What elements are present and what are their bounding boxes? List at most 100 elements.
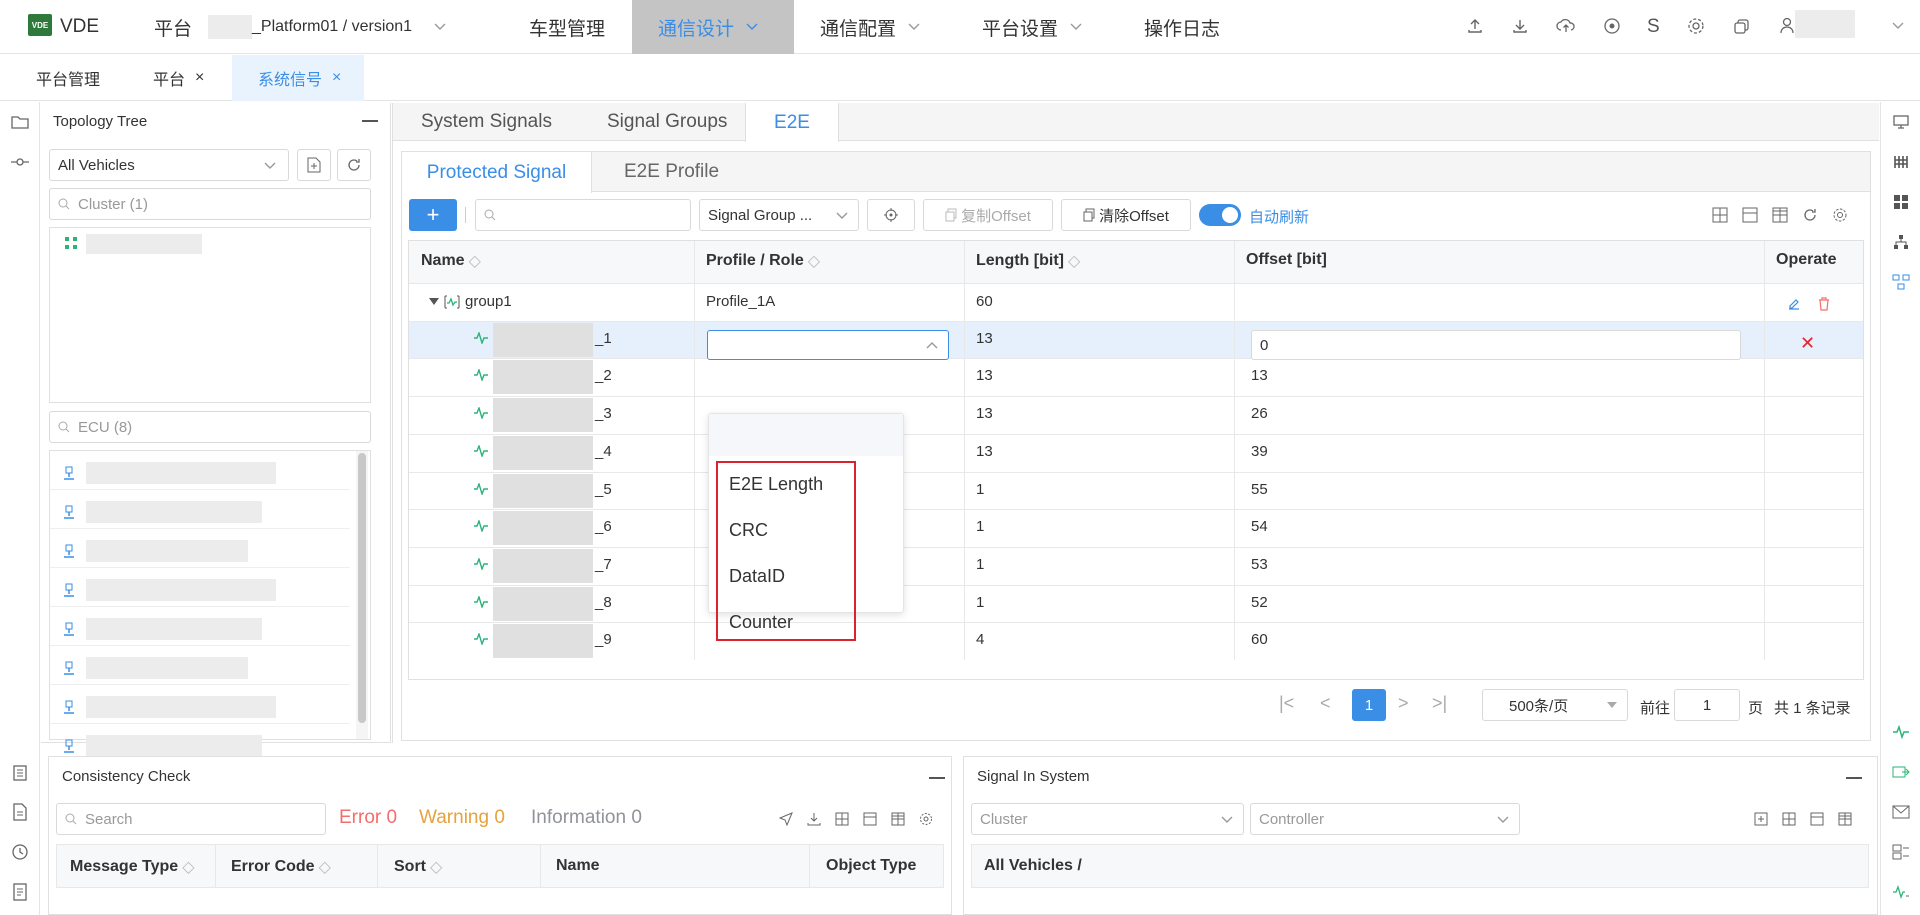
- first-page-icon[interactable]: |<: [1279, 693, 1294, 714]
- profile-role-select[interactable]: [707, 330, 949, 360]
- navigate-icon[interactable]: [779, 812, 793, 826]
- signal-group-select[interactable]: Signal Group ...: [699, 199, 859, 231]
- clear-offset-button[interactable]: 清除Offset: [1061, 199, 1191, 231]
- cluster-select[interactable]: Cluster: [971, 803, 1244, 835]
- warning-count[interactable]: Warning 0: [419, 807, 505, 829]
- option-e2e-length[interactable]: E2E Length: [729, 474, 823, 495]
- apps-icon[interactable]: [1891, 192, 1911, 212]
- cancel-edit-icon[interactable]: ✕: [1800, 333, 1815, 354]
- offset-input[interactable]: 0: [1251, 330, 1741, 360]
- col-error-code[interactable]: Error Code ◇: [231, 857, 331, 877]
- col-name[interactable]: Name ◇: [421, 251, 481, 271]
- chevron-down-icon[interactable]: [1892, 22, 1904, 30]
- ecu-list-item[interactable]: [50, 692, 350, 724]
- platform-selector[interactable]: _Platform01 / version1: [208, 0, 446, 54]
- tab-protected-signal[interactable]: Protected Signal: [402, 152, 592, 193]
- nav-communication-design[interactable]: 通信设计: [632, 0, 794, 54]
- option-crc[interactable]: CRC: [729, 520, 768, 541]
- goto-page-input[interactable]: 1: [1674, 689, 1740, 721]
- mail-icon[interactable]: [1891, 802, 1911, 822]
- nav-communication-config[interactable]: 通信配置: [820, 0, 920, 54]
- consistency-search-input[interactable]: Search: [56, 803, 326, 835]
- minimize-icon[interactable]: [1846, 777, 1862, 779]
- sort-icon[interactable]: ◇: [319, 857, 331, 877]
- information-count[interactable]: Information 0: [531, 807, 642, 829]
- tab-e2e-profile[interactable]: E2E Profile: [624, 161, 719, 183]
- vehicle-select[interactable]: All Vehicles: [49, 149, 289, 181]
- hierarchy-icon[interactable]: [1891, 232, 1911, 252]
- delete-icon[interactable]: [1817, 297, 1831, 311]
- insert-row-icon[interactable]: [1782, 812, 1796, 826]
- expand-icon[interactable]: [1754, 812, 1768, 826]
- minimize-icon[interactable]: [929, 777, 945, 779]
- cloud-upload-icon[interactable]: [1556, 17, 1576, 35]
- ecu-list-item[interactable]: [50, 536, 350, 568]
- signal-search-input[interactable]: [475, 199, 691, 231]
- folder-icon[interactable]: [10, 112, 30, 132]
- add-button[interactable]: +: [409, 199, 457, 231]
- sort-icon[interactable]: ◇: [469, 251, 481, 271]
- user-icon[interactable]: [1779, 17, 1795, 35]
- ecu-list-item[interactable]: [50, 653, 350, 685]
- ecu-scrollbar-thumb[interactable]: [358, 453, 366, 723]
- clock-icon[interactable]: [10, 842, 30, 862]
- tab-system-signals-main[interactable]: System Signals: [421, 111, 552, 133]
- grid-icon[interactable]: [1891, 152, 1911, 172]
- export-button[interactable]: [297, 149, 331, 181]
- col-offset[interactable]: Offset [bit]: [1246, 251, 1327, 269]
- network-icon[interactable]: [1891, 272, 1911, 292]
- nav-operation-log[interactable]: 操作日志: [1144, 0, 1220, 54]
- error-count[interactable]: Error 0: [339, 807, 397, 829]
- tab-platform-management[interactable]: 平台管理: [36, 55, 100, 101]
- dropdown-empty-option[interactable]: [709, 414, 903, 456]
- gear-icon[interactable]: [919, 812, 933, 826]
- ecu-list-item[interactable]: [50, 614, 350, 646]
- col-profile-role[interactable]: Profile / Role ◇: [706, 251, 820, 271]
- next-page-icon[interactable]: >: [1398, 693, 1409, 714]
- send-signal-icon[interactable]: [1891, 762, 1911, 782]
- sort-icon[interactable]: ◇: [808, 251, 820, 271]
- tab-system-signals[interactable]: 系统信号 ×: [232, 55, 364, 101]
- ecu-list-item[interactable]: [50, 575, 350, 607]
- notes-icon[interactable]: [10, 882, 30, 902]
- col-object-type[interactable]: Object Type: [826, 857, 916, 875]
- option-dataid[interactable]: DataID: [729, 566, 785, 587]
- col-sort[interactable]: Sort ◇: [394, 857, 442, 877]
- gear-icon[interactable]: [1832, 207, 1848, 223]
- upload-icon[interactable]: [1466, 17, 1484, 35]
- frame-icon[interactable]: [1891, 842, 1911, 862]
- signal-group-icon[interactable]: [1891, 882, 1911, 902]
- user-initial[interactable]: S: [1647, 0, 1660, 54]
- sort-icon[interactable]: ◇: [1068, 251, 1080, 271]
- option-counter[interactable]: Counter: [729, 612, 793, 633]
- columns-icon[interactable]: [1772, 207, 1788, 223]
- ecu-list-item[interactable]: [50, 497, 350, 529]
- caret-down-icon[interactable]: [429, 298, 439, 306]
- col-message-type[interactable]: Message Type ◇: [70, 857, 195, 877]
- copy-offset-button[interactable]: 复制Offset: [923, 199, 1053, 231]
- insert-row-icon[interactable]: [835, 812, 849, 826]
- tab-platform[interactable]: 平台 ×: [153, 55, 204, 101]
- nav-vehicle-management[interactable]: 车型管理: [529, 0, 605, 54]
- commit-icon[interactable]: [10, 152, 30, 172]
- columns-icon[interactable]: [1838, 812, 1852, 826]
- close-icon[interactable]: ×: [332, 69, 341, 87]
- locate-button[interactable]: [867, 199, 915, 231]
- clipboard-icon[interactable]: [10, 762, 30, 782]
- minimize-icon[interactable]: [362, 120, 378, 122]
- delete-row-icon[interactable]: [1742, 207, 1758, 223]
- ecu-scrollbar-track[interactable]: [356, 451, 368, 739]
- col-length[interactable]: Length [bit] ◇: [976, 251, 1080, 271]
- sort-icon[interactable]: ◇: [182, 857, 194, 877]
- settings-gear-icon[interactable]: [1687, 17, 1705, 35]
- edit-icon[interactable]: [1787, 297, 1801, 311]
- nav-platform-settings[interactable]: 平台设置: [982, 0, 1082, 54]
- last-page-icon[interactable]: >|: [1432, 693, 1447, 714]
- ecu-search-input[interactable]: ECU (8): [49, 411, 371, 443]
- ecu-list-item[interactable]: [50, 458, 350, 490]
- page-button-current[interactable]: 1: [1352, 689, 1386, 721]
- cluster-node-redacted[interactable]: [86, 234, 202, 254]
- document-icon[interactable]: [10, 802, 30, 822]
- page-size-select[interactable]: 500条/页: [1482, 689, 1628, 721]
- refresh-button[interactable]: [337, 149, 371, 181]
